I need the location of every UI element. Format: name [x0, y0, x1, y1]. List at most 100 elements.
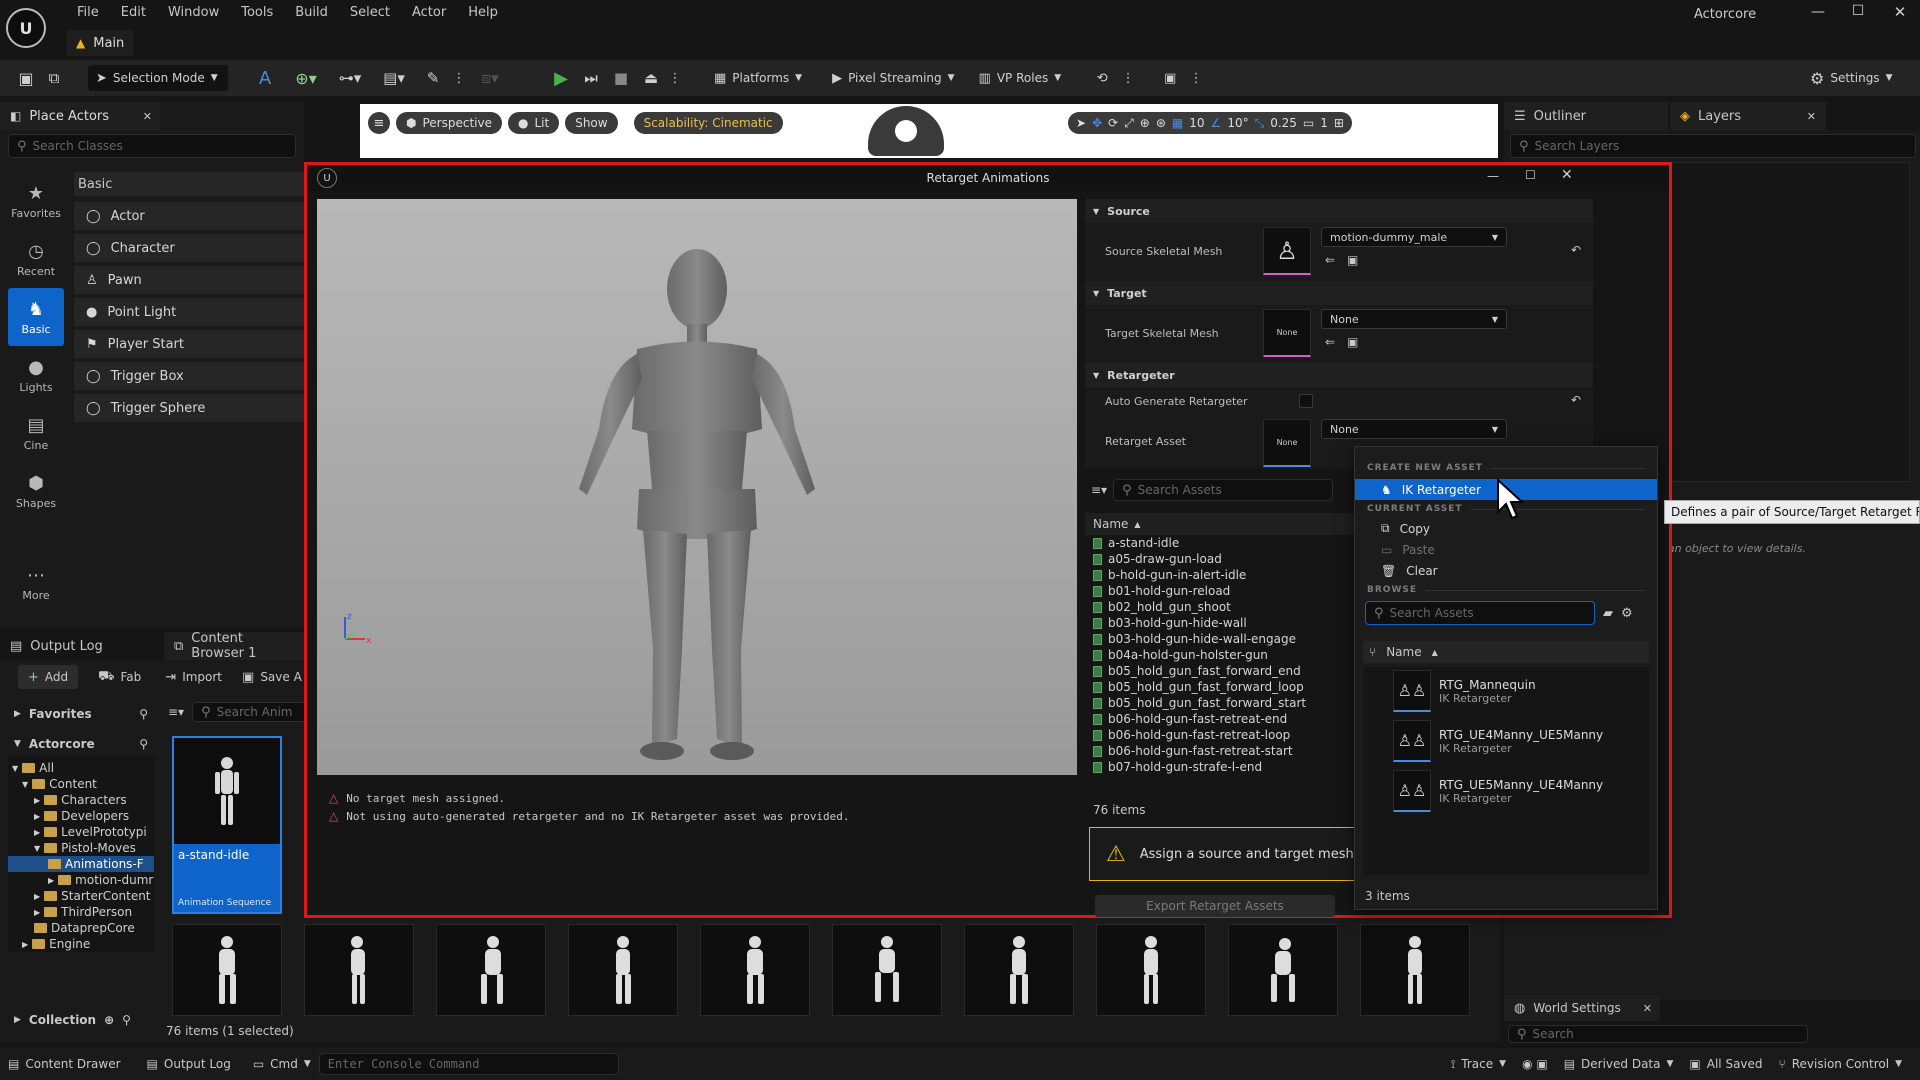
- import-button[interactable]: ⇥ Import: [165, 670, 222, 685]
- scalability-badge[interactable]: Scalability: Cinematic: [633, 112, 783, 134]
- save-all-button[interactable]: ▣ Save A: [242, 670, 302, 685]
- actor-item[interactable]: ♙ Pawn: [74, 266, 304, 294]
- asset-tile[interactable]: [436, 924, 546, 1016]
- cinematics-icon[interactable]: ▤▾: [374, 69, 414, 87]
- add-collection-icon[interactable]: ⊕: [104, 1013, 114, 1027]
- browse-asset-icon[interactable]: ▣: [1347, 253, 1358, 267]
- add-button[interactable]: + Add: [18, 665, 79, 689]
- select-tool-icon[interactable]: ➤: [1076, 116, 1086, 130]
- close-icon[interactable]: ✕: [1561, 167, 1573, 183]
- reset-icon[interactable]: ↶: [1571, 393, 1581, 407]
- search-classes-input[interactable]: [32, 139, 287, 153]
- cmd-button[interactable]: ▭ Cmd ▼: [245, 1050, 319, 1078]
- close-tab-icon[interactable]: ✕: [143, 110, 152, 123]
- blueprint-icon[interactable]: ⊶▾: [330, 69, 370, 87]
- reset-icon[interactable]: ↶: [1571, 243, 1581, 257]
- tree-item[interactable]: ▼ Content: [8, 776, 154, 792]
- gear-icon[interactable]: ⚙: [1621, 606, 1633, 621]
- add-actor-icon[interactable]: ⊕▾: [286, 69, 326, 88]
- search-icon[interactable]: ⚲: [122, 1013, 131, 1027]
- derived-data-button[interactable]: ▤ Derived Data ▼: [1556, 1050, 1682, 1078]
- source-mesh-dropdown[interactable]: motion-dummy_male ▼: [1321, 227, 1507, 247]
- grid-snap-icon[interactable]: ▦: [1172, 116, 1183, 130]
- source-section-header[interactable]: ▼ Source: [1085, 199, 1593, 223]
- filter-icon[interactable]: ≡▾: [1091, 483, 1107, 497]
- vp-roles-button[interactable]: ▥ VP Roles ▼: [971, 63, 1070, 93]
- actorcore-header[interactable]: ▼ Actorcore ⚲: [8, 732, 154, 756]
- minimize-icon[interactable]: —: [1487, 169, 1499, 183]
- sidebar-cine[interactable]: ▤ Cine: [8, 404, 64, 462]
- asset-tile[interactable]: [304, 924, 414, 1016]
- platforms-button[interactable]: ▦ Platforms ▼: [706, 63, 810, 93]
- use-selected-icon[interactable]: ⇐: [1325, 335, 1335, 349]
- use-selected-icon[interactable]: ⇐: [1325, 253, 1335, 267]
- layout-icon[interactable]: ⊞: [1334, 116, 1344, 130]
- fab-button[interactable]: ⛟ Fab: [98, 669, 141, 686]
- asset-tile[interactable]: [1096, 924, 1206, 1016]
- scale-snap-icon[interactable]: ⤡: [1255, 116, 1265, 131]
- filter-icon[interactable]: ≡▾: [168, 705, 184, 719]
- more-vert-icon[interactable]: ⋮: [452, 71, 466, 86]
- move-tool-icon[interactable]: ✥: [1092, 116, 1102, 130]
- surface-snap-icon[interactable]: ⊛: [1156, 116, 1166, 130]
- tree-item-selected[interactable]: Animations-F: [8, 856, 154, 872]
- tree-item[interactable]: ▶ Characters: [8, 792, 154, 808]
- search-layers-input[interactable]: [1534, 139, 1907, 153]
- selection-mode-button[interactable]: ➤ Selection Mode ▼: [88, 65, 228, 91]
- record-icon[interactable]: ◉ ▣: [1514, 1050, 1556, 1078]
- actor-item[interactable]: ◯ Trigger Sphere: [74, 394, 304, 422]
- search-icon[interactable]: ⚲: [139, 737, 148, 751]
- actor-item[interactable]: ◯ Character: [74, 234, 304, 262]
- angle-snap-icon[interactable]: ∠: [1211, 116, 1222, 130]
- tree-item[interactable]: ▶ LevelPrototypi: [8, 824, 154, 840]
- world-settings-search[interactable]: ⚲: [1508, 1025, 1808, 1043]
- folder-icon[interactable]: ▰: [1603, 606, 1613, 621]
- tree-item[interactable]: DataprepCore: [8, 920, 154, 936]
- actor-item[interactable]: ⚑ Player Start: [74, 330, 304, 358]
- console-input[interactable]: [327, 1057, 610, 1071]
- source-mesh-thumb[interactable]: ♙: [1263, 227, 1311, 275]
- asset-tile-selected[interactable]: a-stand-idle Animation Sequence: [172, 736, 282, 914]
- browse-list-header[interactable]: ⑂ Name ▲: [1363, 641, 1649, 663]
- menu-file[interactable]: File: [66, 5, 110, 20]
- tree-item[interactable]: ▼ Pistol-Moves: [8, 840, 154, 856]
- source-control-icon[interactable]: ⟲: [1087, 71, 1117, 86]
- scale-tool-icon[interactable]: ⤢: [1124, 116, 1134, 131]
- world-search-input[interactable]: [1532, 1027, 1799, 1041]
- close-tab-icon[interactable]: ✕: [1643, 1002, 1652, 1015]
- trace-button[interactable]: ⟟ Trace ▼: [1443, 1050, 1514, 1078]
- search-classes-box[interactable]: ⚲: [8, 134, 296, 158]
- stop-icon[interactable]: ■: [608, 69, 634, 87]
- sidebar-basic[interactable]: ♞ Basic: [8, 288, 64, 346]
- output-log-button[interactable]: ▤ Output Log: [139, 1050, 239, 1078]
- actor-item[interactable]: ◯ Actor: [74, 202, 304, 230]
- unreal-logo-icon[interactable]: U: [6, 8, 46, 48]
- asset-tile[interactable]: [1360, 924, 1470, 1016]
- play-icon[interactable]: ▶: [548, 68, 574, 89]
- content-drawer-button[interactable]: ▤ Content Drawer: [0, 1050, 129, 1078]
- asset-tile[interactable]: [832, 924, 942, 1016]
- target-mesh-thumb[interactable]: None: [1263, 309, 1311, 357]
- asset-tile[interactable]: [964, 924, 1074, 1016]
- save-icon[interactable]: ▣: [14, 69, 38, 88]
- paint-icon[interactable]: ✎: [418, 69, 448, 87]
- snap-icon[interactable]: ⧈▾: [470, 69, 510, 87]
- menu-tools[interactable]: Tools: [230, 5, 284, 20]
- close-tab-icon[interactable]: ✕: [1807, 110, 1816, 123]
- target-mesh-dropdown[interactable]: None ▼: [1321, 309, 1507, 329]
- tab-content-browser[interactable]: ⧉ Content Browser 1: [164, 631, 304, 661]
- tree-item[interactable]: ▶ Engine: [8, 936, 154, 952]
- viewport-menu-icon[interactable]: ≡: [368, 112, 390, 134]
- play-options-icon[interactable]: ⋮: [668, 71, 682, 86]
- preview-viewport[interactable]: zx: [317, 199, 1077, 775]
- asset-tile[interactable]: [1228, 924, 1338, 1016]
- modeling-icon[interactable]: A: [248, 68, 282, 89]
- close-icon[interactable]: ✕: [1890, 3, 1910, 21]
- minimize-icon[interactable]: —: [1808, 4, 1828, 20]
- show-button[interactable]: Show: [565, 112, 618, 134]
- editor-icon[interactable]: ▣: [1155, 71, 1185, 86]
- clear-item[interactable]: 🗑 Clear: [1355, 560, 1657, 581]
- step-icon[interactable]: ⏭: [578, 69, 604, 87]
- more-vert-icon[interactable]: ⋮: [1189, 71, 1203, 86]
- paste-item[interactable]: ▭ Paste: [1355, 539, 1657, 560]
